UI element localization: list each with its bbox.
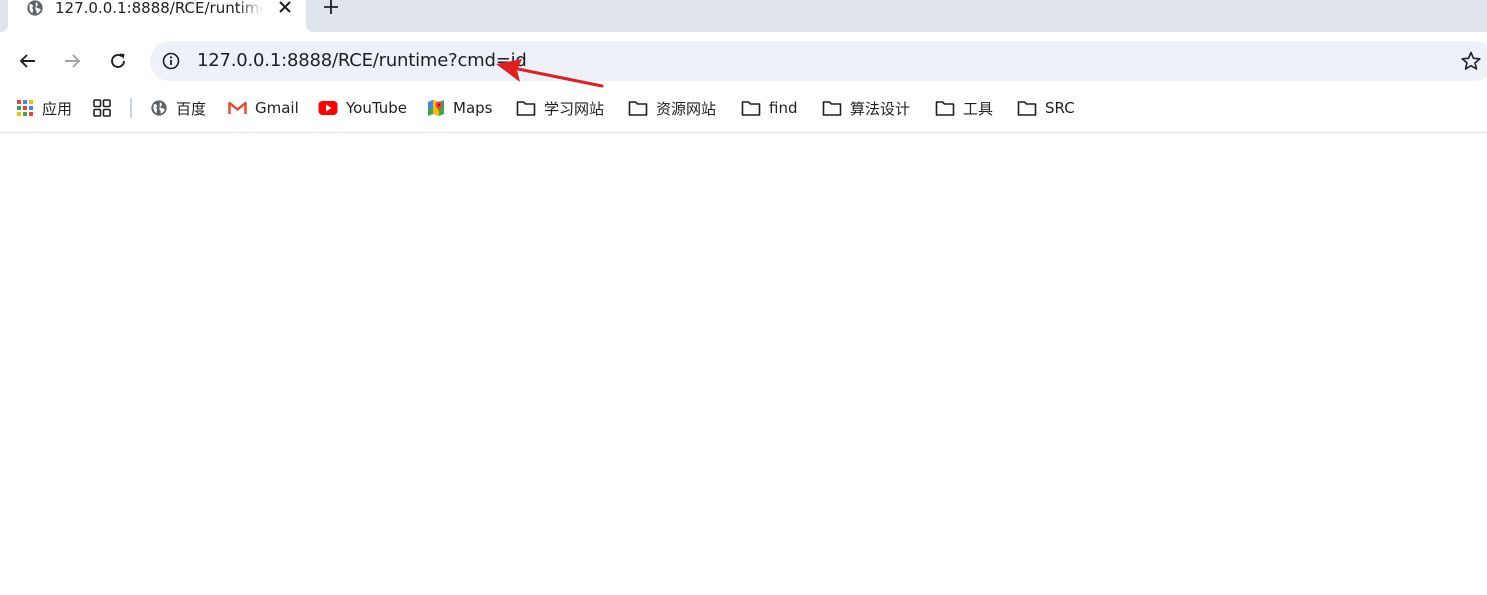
bookmark-baidu[interactable]: 百度: [150, 90, 206, 126]
new-tab-button[interactable]: [320, 0, 342, 18]
bookmark-youtube[interactable]: YouTube: [318, 90, 407, 126]
bookmark-folder-src[interactable]: SRC: [1017, 90, 1075, 126]
arrow-left-icon: [19, 54, 35, 68]
apps-grid-icon: [17, 100, 33, 116]
back-button[interactable]: [16, 49, 40, 73]
bookmark-apps[interactable]: 应用: [16, 90, 72, 126]
star-icon[interactable]: [1460, 50, 1482, 72]
bookmark-tab-groups[interactable]: [92, 90, 112, 126]
bookmark-folder-tools[interactable]: 工具: [935, 90, 993, 126]
maps-icon: [428, 100, 444, 116]
youtube-icon: [318, 101, 338, 115]
folder-icon: [741, 100, 761, 116]
bookmark-label: SRC: [1045, 99, 1075, 117]
bookmark-label: Gmail: [255, 99, 299, 117]
folder-icon: [822, 100, 842, 116]
address-bar[interactable]: 127.0.0.1:8888/RCE/runtime?cmd=id: [150, 41, 1487, 81]
bookmark-label: Maps: [453, 99, 493, 117]
annotation-arrow: [496, 59, 604, 88]
bookmark-folder-algorithm[interactable]: 算法设计: [822, 90, 910, 126]
folder-icon: [1017, 100, 1037, 116]
bookmark-label: 资源网站: [656, 99, 717, 118]
tab-title: 127.0.0.1:8888/RCE/runtime?cmd=id: [55, 0, 263, 17]
bookmark-maps[interactable]: Maps: [427, 90, 492, 126]
arrow-right-icon: [65, 54, 81, 68]
bookmark-label: find: [769, 99, 798, 117]
info-icon[interactable]: [162, 52, 180, 70]
bookmark-label: 百度: [176, 99, 207, 118]
bookmarks-bar: 应用 百度 Gmail YouTube Maps 学习网站 资源网站 find …: [0, 90, 1487, 133]
bookmark-label: YouTube: [346, 99, 407, 117]
reload-button[interactable]: [106, 49, 130, 73]
globe-icon: [27, 0, 43, 16]
bookmark-folder-resources[interactable]: 资源网站: [628, 90, 716, 126]
bookmark-gmail[interactable]: Gmail: [228, 90, 299, 126]
forward-button[interactable]: [60, 49, 84, 73]
gmail-icon: [228, 101, 247, 114]
bookmark-label: 算法设计: [850, 99, 911, 118]
bookmark-label: 工具: [963, 99, 994, 118]
close-icon[interactable]: [276, 0, 294, 16]
tab-strip: 127.0.0.1:8888/RCE/runtime?cmd=id: [0, 0, 1487, 32]
folder-icon: [935, 100, 955, 116]
reload-icon: [111, 53, 125, 68]
bookmarks-separator: [130, 98, 132, 118]
active-tab[interactable]: 127.0.0.1:8888/RCE/runtime?cmd=id: [0, 0, 314, 32]
bookmark-label: 学习网站: [544, 99, 605, 118]
plus-icon: [324, 0, 338, 14]
bookmark-folder-find[interactable]: find: [741, 90, 797, 126]
bookmark-label: 应用: [42, 99, 73, 118]
globe-icon: [151, 100, 167, 116]
folder-icon: [516, 100, 536, 116]
tab-groups-icon: [93, 99, 111, 117]
folder-icon: [628, 100, 648, 116]
bookmark-folder-study[interactable]: 学习网站: [516, 90, 604, 126]
browser-toolbar: 127.0.0.1:8888/RCE/runtime?cmd=id: [0, 32, 1487, 90]
url-text[interactable]: 127.0.0.1:8888/RCE/runtime?cmd=id: [197, 50, 527, 71]
